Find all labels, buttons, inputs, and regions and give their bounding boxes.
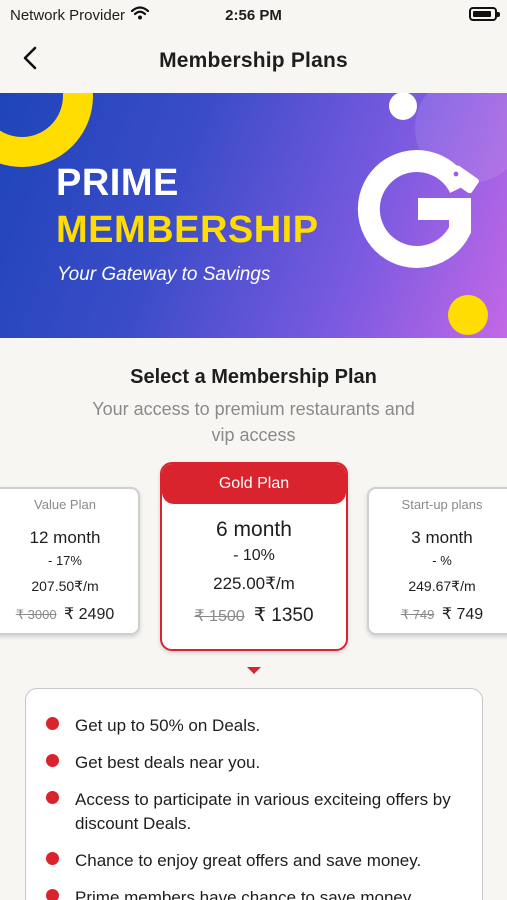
banner-title-prime: PRIME — [56, 162, 179, 204]
nav-bar: Membership Plans — [0, 30, 507, 92]
plan-card-value[interactable]: Value Plan 12 month - 17% 207.50₹/m ₹ 30… — [0, 487, 140, 635]
banner-tagline: Your Gateway to Savings — [57, 264, 271, 285]
selected-plan-pointer-icon — [247, 667, 261, 674]
plan-rate: 225.00₹/m — [213, 574, 295, 593]
battery-level — [473, 11, 491, 17]
benefit-text: Get up to 50% on Deals. — [75, 716, 261, 735]
bullet-icon — [46, 791, 59, 804]
section-title: Select a Membership Plan — [130, 366, 377, 388]
plan-duration: 12 month — [29, 528, 101, 547]
plan-rate: 249.67₹/m — [408, 578, 476, 594]
plan-discount: - % — [432, 553, 452, 568]
benefit-text: Prime members have chance to save money — [75, 888, 412, 900]
banner-title-membership: MEMBERSHIP — [56, 209, 319, 251]
list-item: Prime members have chance to save money — [46, 886, 462, 900]
plan-duration: 6 month — [216, 518, 292, 541]
plan-price: ₹ 2490 — [64, 606, 115, 623]
plan-discount: - 17% — [48, 553, 82, 568]
plan-original-price: ₹ 1500 — [194, 608, 245, 625]
list-item: Access to participate in various excitei… — [46, 788, 462, 836]
plan-price-row: ₹ 749 ₹ 749 — [369, 604, 507, 624]
plan-price: ₹ 749 — [441, 606, 484, 623]
benefit-text: Get best deals near you. — [75, 753, 261, 772]
bullet-icon — [46, 852, 59, 865]
yellow-ring-shape — [0, 93, 93, 167]
plan-benefits-list: Get up to 50% on Deals. Get best deals n… — [25, 688, 483, 900]
yellow-dot-shape — [448, 295, 488, 335]
plan-card-gold[interactable]: Gold Plan 6 month - 10% 225.00₹/m ₹ 1500… — [160, 462, 348, 651]
list-item: Get best deals near you. — [46, 751, 462, 775]
section-subtitle: Your access to premium restaurants and v… — [92, 399, 415, 445]
plan-price: ₹ 1350 — [253, 605, 314, 626]
plan-original-price: ₹ 3000 — [15, 607, 57, 622]
plan-discount: - 10% — [233, 547, 275, 564]
back-button[interactable] — [12, 42, 48, 78]
bullet-icon — [46, 889, 59, 900]
plan-duration: 3 month — [411, 528, 473, 547]
chevron-left-icon — [22, 46, 38, 75]
battery-icon — [469, 7, 500, 21]
plan-name: Start-up plans — [401, 497, 483, 512]
carrier-name: Network Provider — [10, 6, 126, 24]
bullet-icon — [46, 754, 59, 767]
plan-original-price: ₹ 749 — [400, 607, 435, 622]
page-title: Membership Plans — [159, 49, 348, 72]
plan-name: Value Plan — [34, 497, 96, 512]
status-bar: Network Provider 2:56 PM — [0, 0, 507, 30]
list-item: Chance to enjoy great offers and save mo… — [46, 849, 462, 873]
bullet-icon — [46, 717, 59, 730]
list-item: Get up to 50% on Deals. — [46, 714, 462, 738]
wifi-icon — [130, 6, 150, 24]
plan-price-row: ₹ 3000 ₹ 2490 — [0, 604, 138, 624]
status-time: 2:56 PM — [225, 6, 282, 24]
plan-card-startup[interactable]: Start-up plans 3 month - % 249.67₹/m ₹ 7… — [367, 487, 507, 635]
benefit-text: Chance to enjoy great offers and save mo… — [75, 851, 422, 870]
status-left: Network Provider — [10, 6, 150, 24]
plan-price-row: ₹ 1500 ₹ 1350 — [162, 604, 346, 627]
plan-rate: 207.50₹/m — [31, 578, 99, 594]
plan-name: Gold Plan — [162, 464, 346, 504]
g-tag-logo-icon — [357, 150, 479, 268]
white-dot-shape — [389, 93, 417, 120]
benefit-text: Access to participate in various excitei… — [75, 790, 451, 833]
